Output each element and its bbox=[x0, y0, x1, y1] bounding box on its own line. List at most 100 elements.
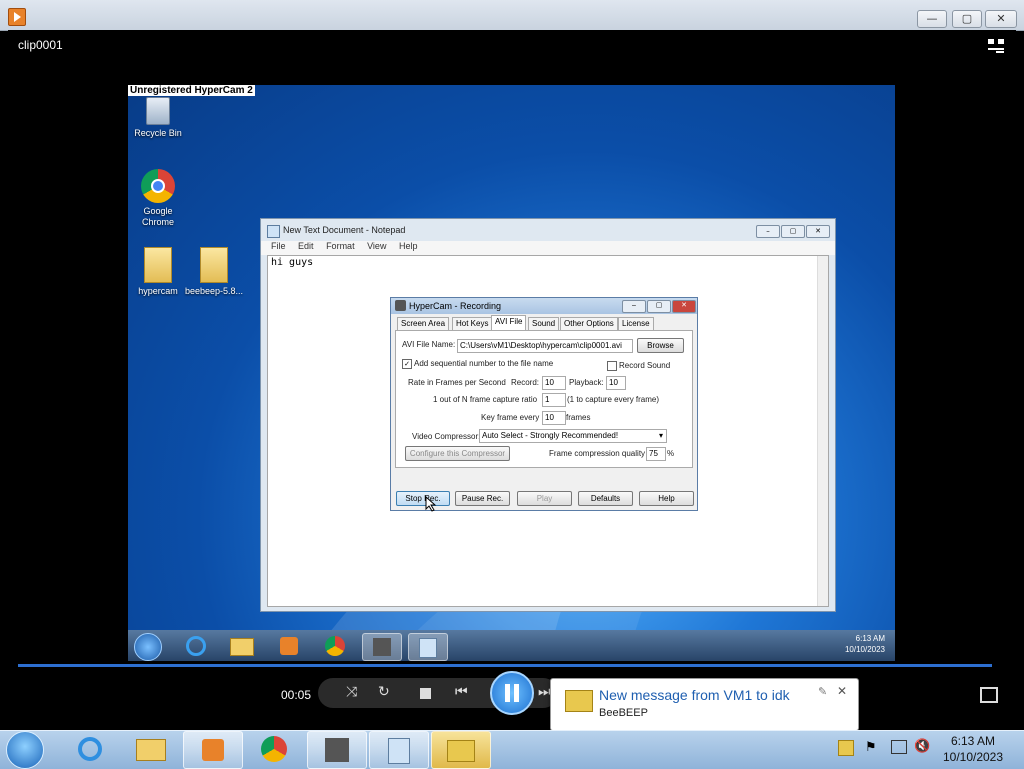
notepad-icon bbox=[267, 225, 280, 238]
hypercam-taskbar-icon[interactable] bbox=[362, 633, 402, 661]
configure-compressor-button[interactable]: Configure this Compressor bbox=[405, 446, 510, 461]
menu-format[interactable]: Format bbox=[326, 241, 355, 251]
minimize-button[interactable]: — bbox=[917, 10, 947, 28]
key-frame-unit: frames bbox=[566, 413, 591, 422]
beebeep-tray-icon[interactable] bbox=[838, 740, 854, 756]
tab-hot-keys[interactable]: Hot Keys bbox=[452, 317, 493, 331]
hc-minimize-button[interactable]: – bbox=[622, 300, 646, 313]
shuffle-icon[interactable]: ⤨ bbox=[346, 684, 357, 700]
menu-edit[interactable]: Edit bbox=[298, 241, 314, 251]
tab-screen-area[interactable]: Screen Area bbox=[397, 317, 450, 331]
media-player-icon bbox=[8, 8, 26, 26]
add-sequential-checkbox[interactable]: ✓ bbox=[402, 359, 412, 369]
key-frame-input[interactable]: 10 bbox=[542, 411, 566, 425]
record-label: Record: bbox=[511, 378, 540, 387]
fullscreen-icon[interactable] bbox=[980, 687, 998, 703]
notepad-text: hi guys bbox=[271, 257, 314, 268]
beebeep-taskbar-button[interactable] bbox=[431, 731, 491, 769]
avi-file-input[interactable]: C:\Users\vM1\Desktop\hypercam\clip0001.a… bbox=[457, 339, 633, 353]
menu-help[interactable]: Help bbox=[399, 241, 418, 251]
ie-icon[interactable] bbox=[61, 731, 119, 767]
flag-icon[interactable]: ⚑ bbox=[865, 740, 877, 755]
switch-view-icon[interactable] bbox=[988, 39, 1004, 53]
desktop-icon-hypercam-folder[interactable]: hypercam bbox=[128, 247, 188, 297]
playback-fps-input[interactable]: 10 bbox=[606, 376, 626, 390]
taskbar-clock[interactable]: 6:13 AM 10/10/2023 bbox=[930, 733, 1016, 765]
record-fps-input[interactable]: 10 bbox=[542, 376, 566, 390]
key-frame-label: Key frame every bbox=[481, 413, 540, 422]
notification-toast[interactable]: New message from VM1 to idk BeeBEEP ✎ ✕ bbox=[550, 678, 859, 731]
notepad-close-button[interactable]: ✕ bbox=[806, 225, 830, 238]
explorer-icon[interactable] bbox=[223, 633, 261, 659]
explorer-icon[interactable] bbox=[122, 731, 180, 767]
clock-date: 10/10/2023 bbox=[942, 750, 1004, 764]
folder-icon bbox=[144, 247, 172, 283]
hypercam-taskbar-button[interactable] bbox=[307, 731, 367, 769]
pause-icon bbox=[505, 684, 510, 702]
settings-icon[interactable]: ✎ bbox=[818, 685, 827, 698]
menu-view[interactable]: View bbox=[367, 241, 386, 251]
toast-close-icon[interactable]: ✕ bbox=[837, 684, 847, 698]
clock-time: 6:13 AM bbox=[950, 734, 996, 748]
tab-other-options[interactable]: Other Options bbox=[560, 317, 618, 331]
close-button[interactable]: ✕ bbox=[985, 10, 1017, 28]
video-compressor-select[interactable]: Auto Select - Strongly Recommended! ▾ bbox=[479, 429, 667, 443]
toast-title: New message from VM1 to idk bbox=[599, 687, 790, 703]
capture-ratio-input[interactable]: 1 bbox=[542, 393, 566, 407]
notepad-taskbar-icon[interactable] bbox=[408, 633, 448, 661]
tab-sound[interactable]: Sound bbox=[528, 317, 560, 331]
hypercam-icon bbox=[325, 738, 349, 762]
tab-license[interactable]: License bbox=[618, 317, 654, 331]
hypercam-dialog: HyperCam - Recording – ▢ ✕ Screen Area H… bbox=[390, 297, 698, 511]
notepad-scrollbar[interactable] bbox=[817, 256, 828, 606]
volume-muted-icon[interactable]: 🔇 bbox=[914, 739, 930, 754]
help-button[interactable]: Help bbox=[639, 491, 694, 506]
start-button[interactable] bbox=[6, 731, 44, 769]
previous-icon[interactable]: ⏮ bbox=[455, 684, 468, 700]
tab-avi-file[interactable]: AVI File bbox=[491, 315, 527, 330]
hc-close-button[interactable]: ✕ bbox=[672, 300, 696, 313]
capture-ratio-label: 1 out of N frame capture ratio bbox=[433, 395, 538, 404]
desktop-icon-recycle-bin[interactable]: Recycle Bin bbox=[128, 97, 188, 139]
hypercam-icon bbox=[395, 300, 406, 311]
hypercam-titlebar: HyperCam - Recording – ▢ ✕ bbox=[391, 298, 697, 314]
network-icon[interactable] bbox=[891, 740, 907, 754]
pause-button[interactable] bbox=[490, 671, 534, 715]
video-compressor-label: Video Compressor: bbox=[412, 432, 481, 441]
stop-icon[interactable] bbox=[420, 688, 431, 699]
maximize-button[interactable]: ▢ bbox=[952, 10, 982, 28]
media-player-taskbar-button[interactable] bbox=[183, 731, 243, 769]
media-player-icon[interactable] bbox=[270, 633, 308, 659]
record-sound-checkbox[interactable] bbox=[607, 361, 617, 371]
stop-rec-button[interactable]: Stop Rec. bbox=[396, 491, 450, 506]
notepad-minimize-button[interactable]: – bbox=[756, 225, 780, 238]
hc-maximize-button[interactable]: ▢ bbox=[647, 300, 671, 313]
play-button[interactable]: Play bbox=[517, 491, 572, 506]
chevron-down-icon: ▾ bbox=[658, 431, 663, 440]
pause-rec-button[interactable]: Pause Rec. bbox=[455, 491, 510, 506]
defaults-button[interactable]: Defaults bbox=[578, 491, 633, 506]
folder-icon bbox=[200, 247, 228, 283]
elapsed-time: 00:05 bbox=[281, 688, 312, 702]
notepad-taskbar-button[interactable] bbox=[369, 731, 429, 769]
chrome-icon bbox=[141, 169, 175, 203]
desktop-icon-chrome[interactable]: Google Chrome bbox=[128, 169, 188, 228]
avi-file-label: AVI File Name: bbox=[402, 340, 456, 349]
desktop-icon-label: Google Chrome bbox=[141, 206, 174, 227]
recorded-tray-clock[interactable]: 6:13 AM 10/10/2023 bbox=[845, 633, 885, 655]
desktop-icon-label: Recycle Bin bbox=[134, 128, 182, 138]
desktop-icon-beebeep-folder[interactable]: beebeep-5.8... bbox=[184, 247, 244, 297]
hypercam-title: HyperCam - Recording bbox=[409, 301, 502, 311]
browse-button[interactable]: Browse bbox=[637, 338, 684, 353]
chrome-icon[interactable] bbox=[316, 633, 354, 659]
next-icon[interactable]: ⏭ bbox=[538, 684, 551, 700]
clip-title: clip0001 bbox=[18, 38, 63, 52]
repeat-icon[interactable]: ↻ bbox=[378, 684, 390, 700]
seek-bar[interactable] bbox=[18, 664, 992, 667]
ie-icon[interactable] bbox=[177, 633, 215, 659]
chrome-icon[interactable] bbox=[245, 731, 303, 767]
start-orb-icon[interactable] bbox=[134, 633, 162, 661]
quality-input[interactable]: 75 bbox=[646, 447, 666, 461]
menu-file[interactable]: File bbox=[271, 241, 286, 251]
notepad-maximize-button[interactable]: ▢ bbox=[781, 225, 805, 238]
